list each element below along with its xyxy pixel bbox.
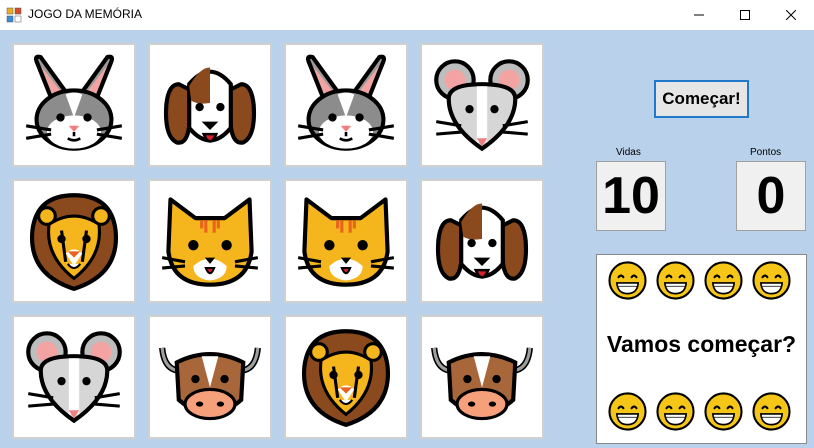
- rabbit-icon: [22, 53, 126, 157]
- status-message: Vamos começar?: [606, 331, 797, 357]
- memory-card[interactable]: [12, 315, 136, 439]
- lives-value: 10: [596, 161, 666, 231]
- cat-icon: [294, 189, 398, 293]
- grinning-face-icon: [655, 391, 696, 432]
- maximize-button[interactable]: [722, 0, 768, 30]
- memory-card[interactable]: [284, 315, 408, 439]
- lion-icon: [294, 325, 398, 429]
- points-value: 0: [736, 161, 806, 231]
- mouse-icon: [430, 53, 534, 157]
- memory-card[interactable]: [12, 179, 136, 303]
- cow-icon: [430, 325, 534, 429]
- memory-card[interactable]: [284, 43, 408, 167]
- memory-card[interactable]: [420, 179, 544, 303]
- cow-icon: [158, 325, 262, 429]
- window-title: JOGO DA MEMÓRIA: [28, 7, 143, 21]
- grinning-face-icon: [751, 391, 792, 432]
- game-area: Começar! Vidas 10 Pontos 0 Vamos começar…: [0, 30, 814, 448]
- mouse-icon: [22, 325, 126, 429]
- memory-card[interactable]: [148, 179, 272, 303]
- memory-card[interactable]: [284, 179, 408, 303]
- points-label: Pontos: [750, 147, 782, 158]
- memory-card[interactable]: [148, 315, 272, 439]
- smiley-row-bottom: [607, 391, 792, 432]
- cat-icon: [158, 189, 262, 293]
- memory-card[interactable]: [420, 43, 544, 167]
- lives-label: Vidas: [616, 147, 641, 158]
- grinning-face-icon: [751, 260, 792, 301]
- grinning-face-icon: [655, 260, 696, 301]
- dog-icon: [430, 189, 534, 293]
- grinning-face-icon: [703, 391, 744, 432]
- close-button[interactable]: [768, 0, 814, 30]
- grinning-face-icon: [607, 391, 648, 432]
- rabbit-icon: [294, 53, 398, 157]
- grinning-face-icon: [703, 260, 744, 301]
- memory-card[interactable]: [12, 43, 136, 167]
- start-button[interactable]: Começar!: [654, 80, 749, 118]
- lion-icon: [22, 189, 126, 293]
- message-panel: Vamos começar?: [596, 254, 807, 444]
- dog-icon: [158, 53, 262, 157]
- minimize-icon: [694, 14, 704, 16]
- title-bar: JOGO DA MEMÓRIA: [0, 0, 814, 30]
- memory-card[interactable]: [148, 43, 272, 167]
- memory-card[interactable]: [420, 315, 544, 439]
- app-icon: [6, 7, 22, 23]
- minimize-button[interactable]: [676, 0, 722, 30]
- smiley-row-top: [607, 260, 792, 301]
- maximize-icon: [740, 10, 750, 20]
- grinning-face-icon: [607, 260, 648, 301]
- close-icon: [786, 10, 796, 20]
